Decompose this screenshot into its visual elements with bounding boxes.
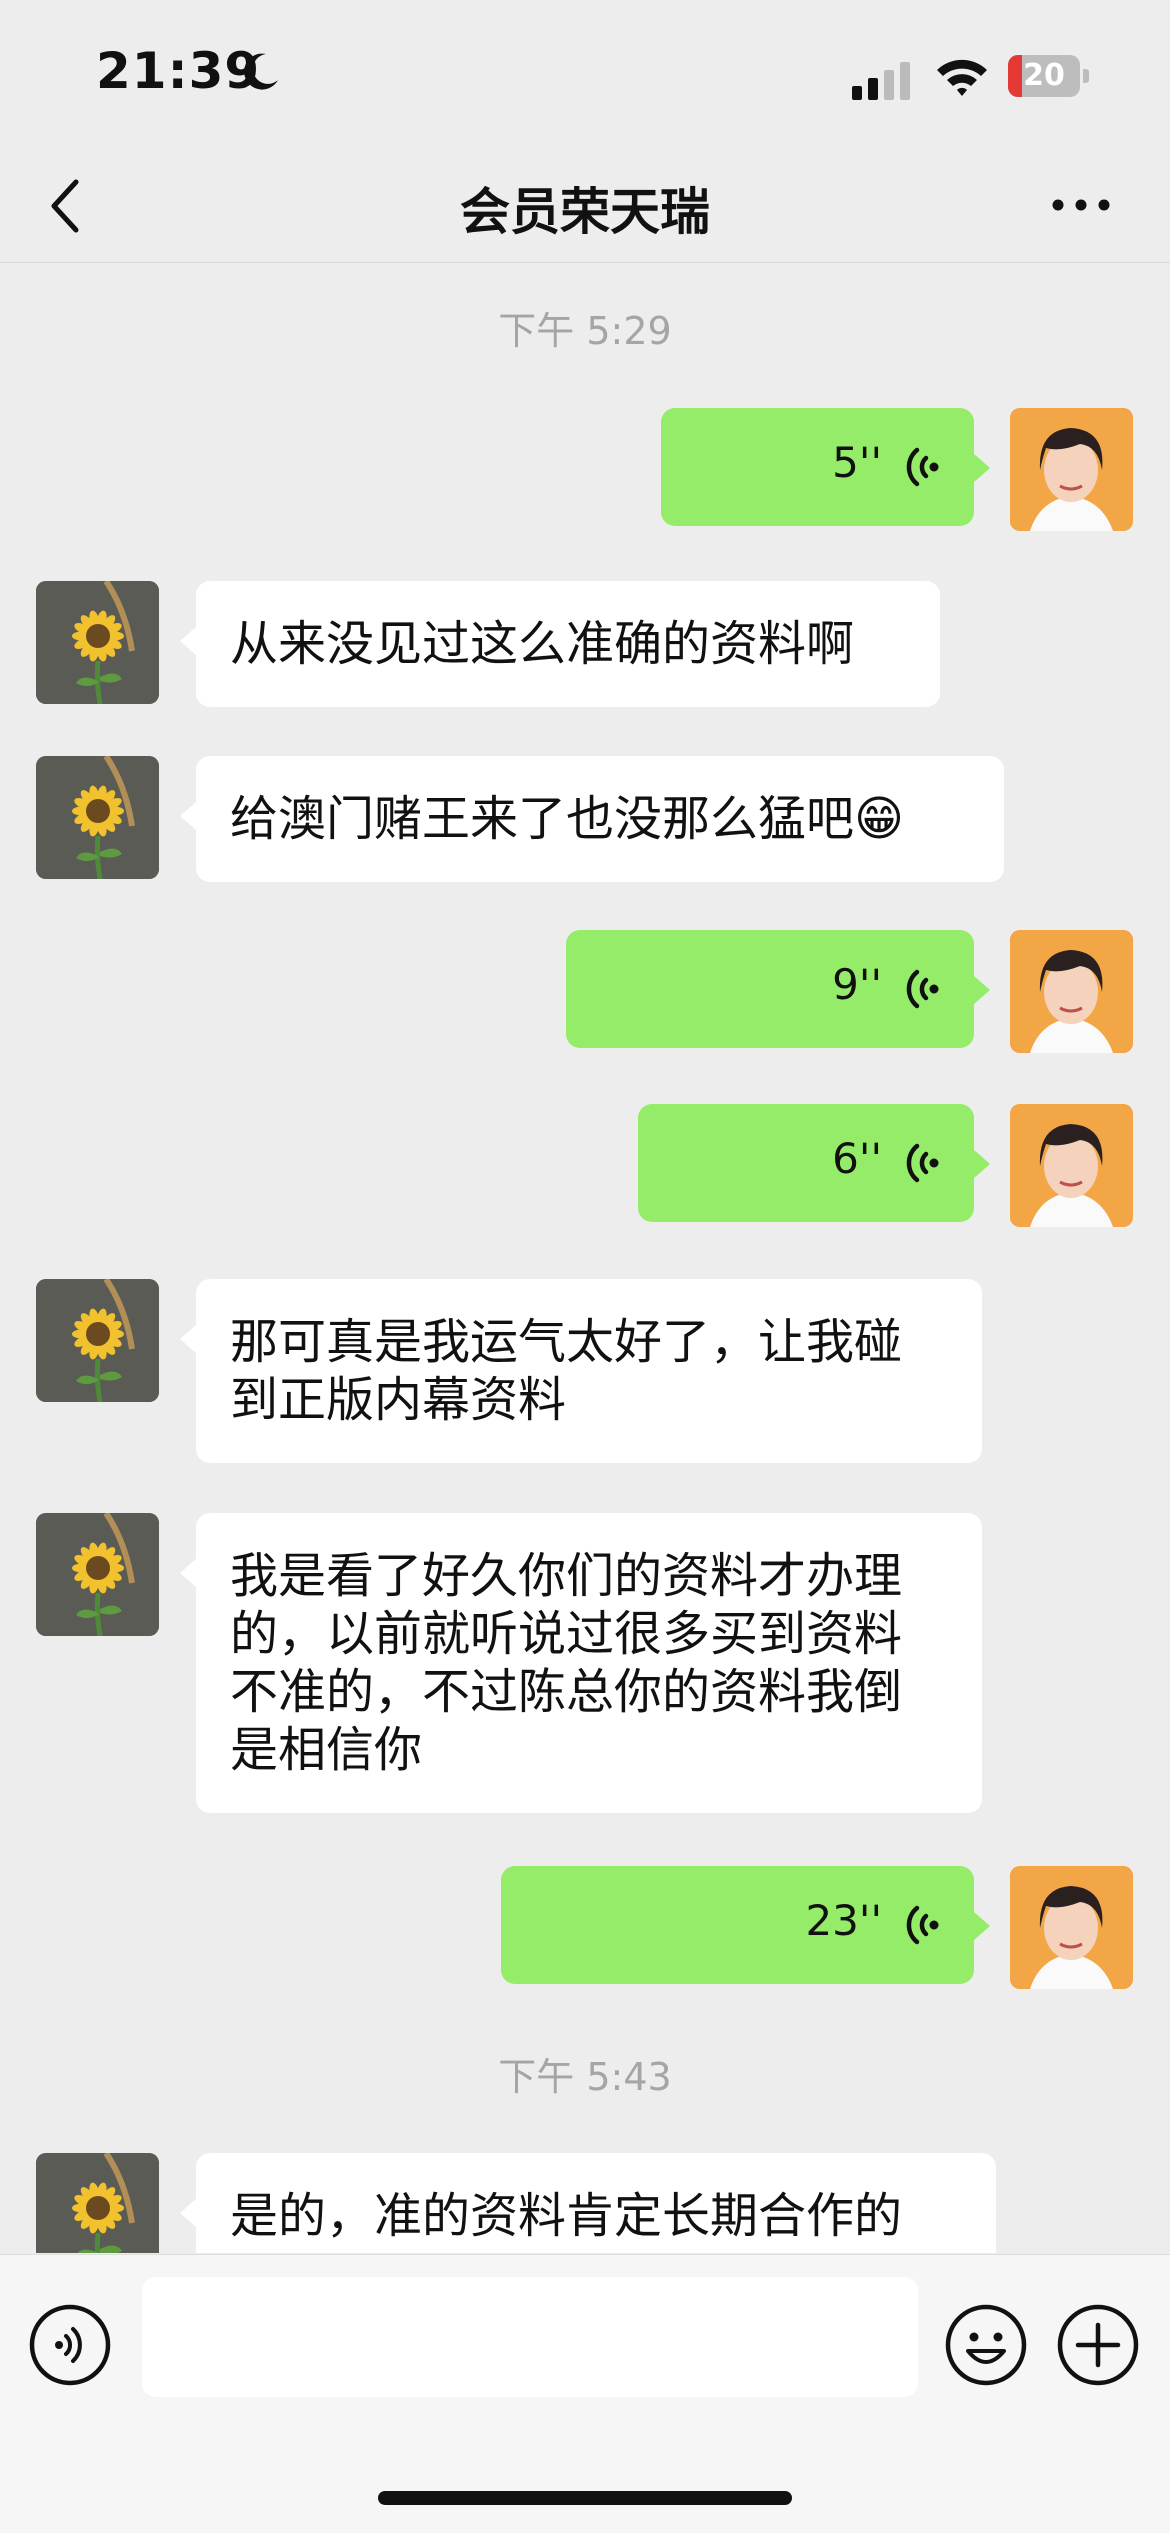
battery-cap [1083,69,1089,83]
text-message-bubble[interactable]: 给澳门赌王来了也没那么猛吧😁 [196,756,1004,882]
chat-area[interactable]: 下午 5:29 下午 5:43 5'' 从来没见过这么准确的资料啊 给澳门赌王来了也没那… [0,263,1170,2253]
message-text-line: 是相信你 [230,1722,423,1778]
my-avatar[interactable] [1010,1104,1133,1227]
voice-duration: 5'' [832,438,882,487]
message-timestamp: 下午 5:43 [498,2055,672,2099]
bubble-tail [180,1559,196,1587]
bubble-tail [974,1912,990,1940]
my-avatar[interactable] [1010,1866,1133,1989]
cellular-signal-icon [852,62,910,100]
message-text-line: 不准的，不过陈总你的资料我倒 [230,1664,903,1720]
voice-duration: 9'' [832,960,882,1009]
contact-avatar[interactable] [36,1513,159,1636]
text-message-bubble[interactable]: 是的，准的资料肯定长期合作的 [196,2153,996,2253]
wifi-icon [937,59,987,96]
battery-indicator: 20 [1008,55,1090,97]
voice-message-bubble[interactable]: 9'' [566,930,974,1048]
bubble-tail [180,1325,196,1353]
input-bar [0,2254,1170,2533]
message-text-line: 从来没见过这么准确的资料啊 [230,616,855,672]
bubble-tail [180,802,196,830]
contact-avatar[interactable] [36,581,159,704]
voice-wave-icon [906,969,939,1009]
message-timestamp: 下午 5:29 [498,309,672,353]
message-input[interactable] [142,2277,918,2397]
emoji-button[interactable] [944,2303,1028,2387]
voice-message-bubble[interactable]: 6'' [638,1104,974,1222]
battery-body: 20 [1008,55,1080,97]
voice-duration: 6'' [832,1134,882,1183]
message-text-line: 给澳门赌王来了也没那么猛吧😁 [230,791,905,847]
message-text-line: 到正版内幕资料 [230,1372,567,1428]
contact-avatar[interactable] [36,1279,159,1402]
moon-icon [244,53,278,90]
battery-percentage: 20 [1023,58,1065,93]
message-text-line: 那可真是我运气太好了，让我碰 [230,1314,903,1370]
more-button[interactable] [1046,180,1116,230]
my-avatar[interactable] [1010,930,1133,1053]
voice-wave-icon [906,1143,939,1183]
plus-button[interactable] [1056,2303,1140,2387]
voice-message-bubble[interactable]: 5'' [661,408,974,526]
voice-duration: 23'' [805,1896,882,1945]
voice-message-bubble[interactable]: 23'' [501,1866,974,1984]
contact-avatar[interactable] [36,756,159,879]
bubble-tail [974,1150,990,1178]
bubble-tail [974,976,990,1004]
bubble-tail [974,454,990,482]
text-message-bubble[interactable]: 我是看了好久你们的资料才办理 的，以前就听说过很多买到资料 不准的，不过陈总你的资料… [196,1513,982,1813]
message-text-line: 的，以前就听说过很多买到资料 [230,1606,903,1662]
chat-title: 会员荣天瑞 [460,183,710,241]
bubble-tail [180,2199,196,2227]
voice-wave-icon [906,447,939,487]
status-bar: 21:39 20 [0,0,1170,150]
home-indicator [378,2491,792,2505]
nav-bar: 会员荣天瑞 [0,150,1170,263]
message-text-line: 是的，准的资料肯定长期合作的 [230,2188,903,2244]
voice-wave-icon [906,1905,939,1945]
my-avatar[interactable] [1010,408,1133,531]
contact-avatar[interactable] [36,2153,159,2253]
message-text-line: 我是看了好久你们的资料才办理 [230,1548,903,1604]
bubble-tail [180,627,196,655]
text-message-bubble[interactable]: 那可真是我运气太好了，让我碰 到正版内幕资料 [196,1279,982,1463]
voice-input-button[interactable] [28,2303,112,2387]
status-time: 21:39 [96,42,261,100]
text-message-bubble[interactable]: 从来没见过这么准确的资料啊 [196,581,940,707]
